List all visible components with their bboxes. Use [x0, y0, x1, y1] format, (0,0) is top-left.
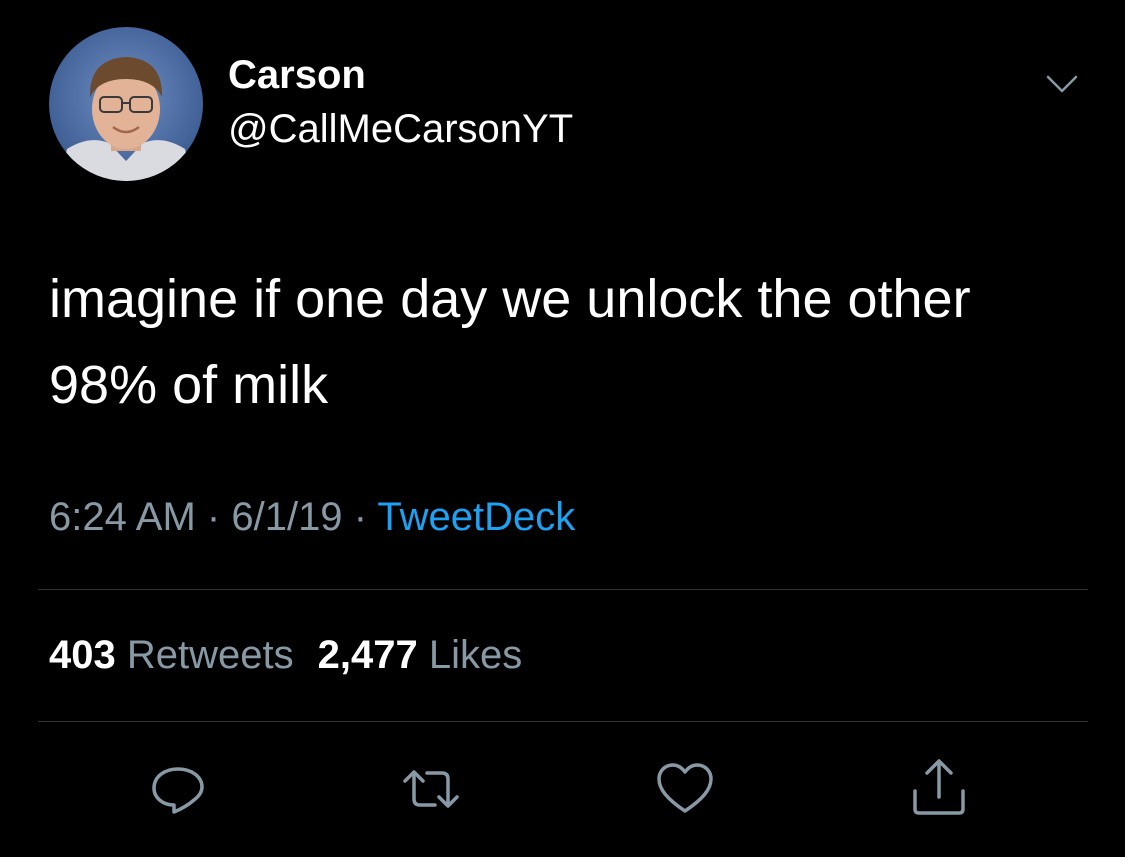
- display-name[interactable]: Carson: [228, 52, 366, 98]
- meta-separator: ·: [206, 495, 221, 539]
- tweet-text: imagine if one day we unlock the other 9…: [49, 256, 1099, 428]
- tweet-time: 6:24 AM: [49, 495, 196, 539]
- tweet-stats: 403 Retweets 2,477 Likes: [49, 630, 522, 680]
- avatar-photo: [49, 27, 203, 181]
- likes-count: 2,477: [317, 633, 418, 677]
- avatar[interactable]: [49, 27, 203, 181]
- share-button[interactable]: [907, 757, 971, 821]
- share-icon: [913, 759, 965, 815]
- divider: [38, 721, 1088, 722]
- tweet-text-line: imagine if one day we unlock the other: [49, 269, 971, 329]
- reply-icon: [152, 767, 204, 814]
- chevron-down-icon[interactable]: [1042, 68, 1082, 98]
- tweet-source-link[interactable]: TweetDeck: [377, 495, 575, 539]
- retweets-label: Retweets: [126, 633, 294, 677]
- tweet-date: 6/1/19: [231, 495, 343, 539]
- likes-stat[interactable]: 2,477 Likes: [318, 633, 523, 677]
- like-button[interactable]: [653, 757, 717, 821]
- divider: [38, 589, 1088, 590]
- retweet-icon: [403, 770, 459, 808]
- retweets-stat[interactable]: 403 Retweets: [49, 633, 294, 677]
- meta-separator: ·: [353, 495, 368, 539]
- retweet-button[interactable]: [399, 757, 463, 821]
- user-handle[interactable]: @CallMeCarsonYT: [228, 106, 573, 152]
- tweet-text-line: 98% of milk: [49, 355, 329, 415]
- retweets-count: 403: [49, 633, 116, 677]
- likes-label: Likes: [428, 633, 523, 677]
- reply-button[interactable]: [146, 757, 210, 821]
- tweet-meta: 6:24 AM · 6/1/19 · TweetDeck: [49, 492, 575, 542]
- heart-icon: [657, 763, 713, 813]
